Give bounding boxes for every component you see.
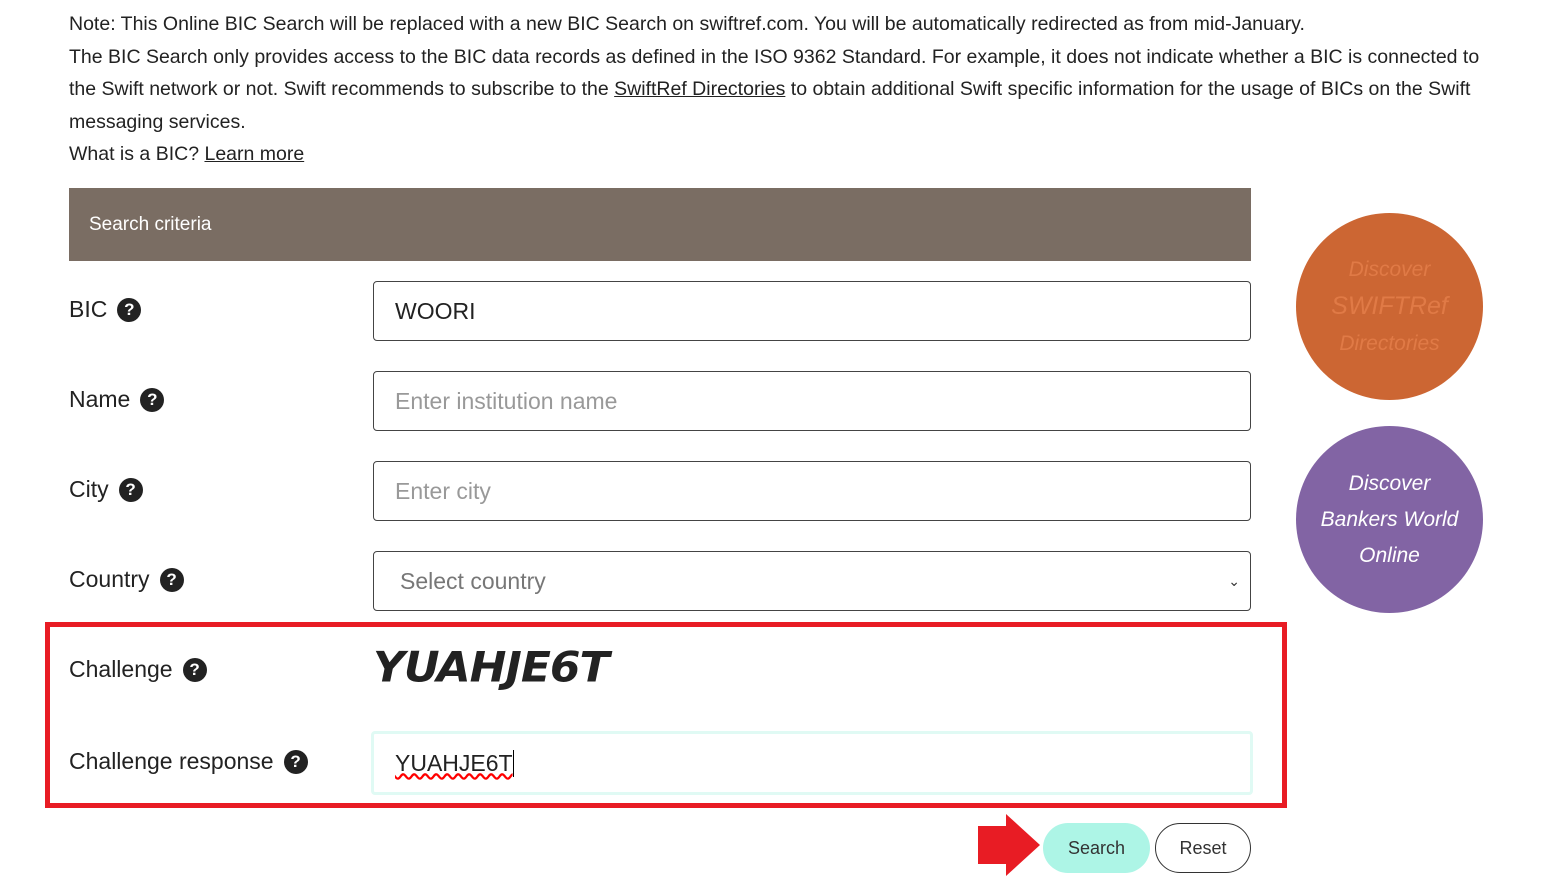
bic-label: BIC? [69, 296, 142, 323]
selected: Select country [400, 567, 546, 594]
chevron-down-icon: ⌄ [1228, 572, 1240, 589]
what-is-bic: What is a BIC? Learn more [69, 138, 1499, 171]
country-label: Country? [69, 566, 184, 593]
arrow-icon [978, 814, 1040, 876]
name-label: Name? [69, 386, 165, 413]
notice-line: Note: This Online BIC Search will be rep… [69, 13, 1305, 35]
highlight-box [45, 622, 1287, 808]
city-label: City? [69, 476, 143, 503]
text: Name [69, 386, 131, 412]
text: Online [1359, 543, 1420, 567]
learn-more-link[interactable]: Learn more [204, 143, 304, 165]
notice-text: Note: This Online BIC Search will be rep… [69, 8, 1499, 171]
value: WOORI [395, 297, 476, 324]
swiftref-link[interactable]: SwiftRef Directories [614, 78, 785, 100]
search-button[interactable]: Search [1043, 823, 1150, 873]
name-input[interactable]: Enter institution name [373, 371, 1251, 431]
text: Country [69, 566, 150, 592]
city-input[interactable]: Enter city [373, 461, 1251, 521]
bic-input[interactable]: WOORI [373, 281, 1251, 341]
text: Directories [1339, 332, 1440, 355]
text: SWIFTRef [1331, 292, 1448, 320]
text: BIC [69, 296, 108, 322]
text: Bankers World [1320, 507, 1459, 531]
help-icon[interactable]: ? [118, 477, 143, 502]
help-icon[interactable]: ? [159, 567, 184, 592]
bankers-world-promo[interactable]: Discover Bankers World Online [1296, 426, 1483, 613]
notice-paragraph: The BIC Search only provides access to t… [69, 41, 1499, 139]
text: Discover [1348, 258, 1431, 281]
search-criteria-header: Search criteria [69, 188, 1251, 261]
country-select[interactable]: Select country ⌄ [373, 551, 1251, 611]
placeholder: Enter city [395, 477, 491, 504]
help-icon[interactable]: ? [140, 387, 165, 412]
text: What is a BIC? [69, 143, 205, 165]
help-icon[interactable]: ? [117, 297, 142, 322]
text: Discover [1348, 471, 1431, 495]
placeholder: Enter institution name [395, 387, 618, 414]
text: City [69, 476, 109, 502]
swiftref-promo[interactable]: Discover SWIFTRef Directories [1296, 213, 1483, 400]
reset-button[interactable]: Reset [1155, 823, 1251, 873]
